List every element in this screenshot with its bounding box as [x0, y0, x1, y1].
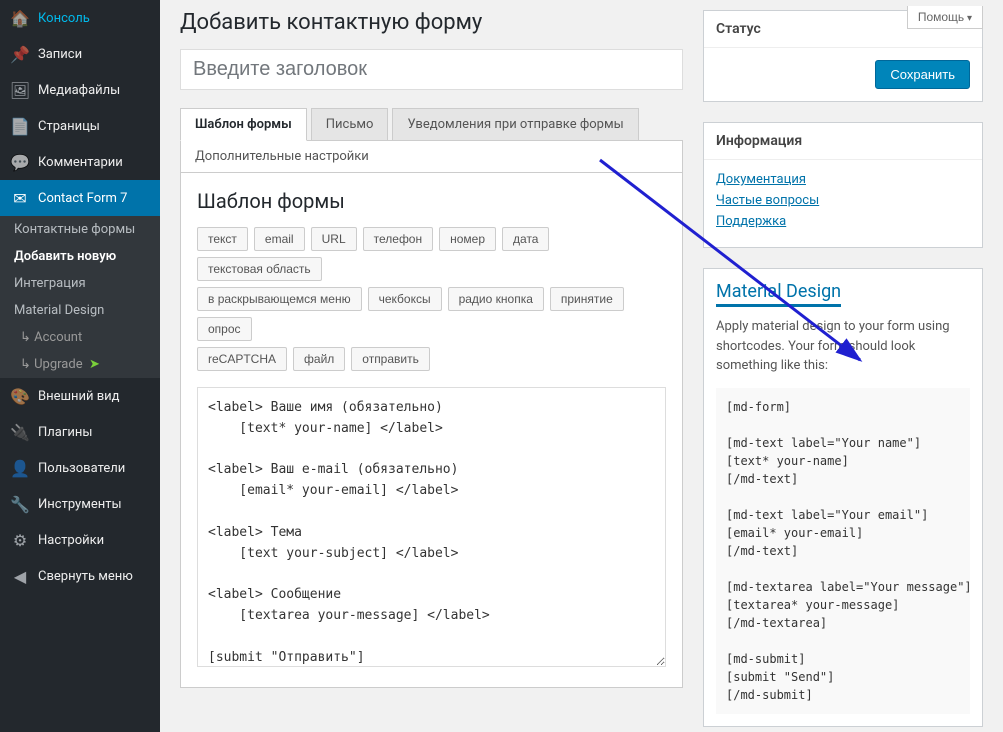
info-link-0[interactable]: Документация — [716, 172, 970, 187]
sidebar-item-6[interactable]: 🎨 Внешний вид — [0, 378, 160, 414]
info-link-2[interactable]: Поддержка — [716, 214, 970, 229]
tag-btn-r1-6[interactable]: текстовая область — [197, 257, 322, 281]
tabs-row-2: Дополнительные настройки — [180, 141, 683, 173]
tag-btn-r2-0[interactable]: в раскрывающемся меню — [197, 287, 362, 311]
tag-btn-r2-3[interactable]: принятие — [550, 287, 624, 311]
pin-icon: 📌 — [10, 44, 30, 64]
sidebar-item-5[interactable]: ✉ Contact Form 7 — [0, 180, 160, 216]
admin-sidebar: 🏠 Консоль 📌 Записи 🖼 Медиафайлы 📄 Страницы 💬 Комм… — [0, 0, 160, 732]
tag-btn-r1-3[interactable]: телефон — [363, 227, 434, 251]
tag-btn-r2-4[interactable]: опрос — [197, 317, 252, 341]
info-title: Информация — [704, 123, 982, 160]
sidebar-item-label: Настройки — [38, 533, 104, 548]
mail-icon: ✉ — [10, 188, 30, 208]
sidebar-item-label: Инструменты — [38, 497, 122, 512]
dashboard-icon: 🏠 — [10, 8, 30, 28]
form-title-input[interactable] — [180, 49, 683, 90]
tag-btn-r2-2[interactable]: радио кнопка — [448, 287, 544, 311]
sidebar-item-3[interactable]: 📄 Страницы — [0, 108, 160, 144]
form-template-textarea[interactable] — [197, 387, 666, 667]
tools-icon: 🔧 — [10, 494, 30, 514]
comments-icon: 💬 — [10, 152, 30, 172]
pages-icon: 📄 — [10, 116, 30, 136]
save-button[interactable]: Сохранить — [875, 60, 970, 89]
sidebar-item-label: Свернуть меню — [38, 569, 133, 584]
submenu-item-4[interactable]: ↳ Account — [0, 324, 160, 351]
panel-heading: Шаблон формы — [197, 189, 666, 213]
sidebar-item-label: Плагины — [38, 425, 92, 440]
sidebar-item-label: Медиафайлы — [38, 83, 120, 98]
tag-btn-r1-0[interactable]: текст — [197, 227, 248, 251]
sidebar-item-label: Комментарии — [38, 155, 123, 170]
tabs-row: Шаблон формыПисьмоУведомления при отправ… — [180, 108, 683, 141]
tag-btn-r1-5[interactable]: дата — [502, 227, 549, 251]
tag-btn-r1-2[interactable]: URL — [311, 227, 357, 251]
submenu-item-2[interactable]: Интеграция — [0, 270, 160, 297]
sidebar-item-7[interactable]: 🔌 Плагины — [0, 414, 160, 450]
info-postbox: Информация Документация Частые вопросы Под… — [703, 122, 983, 248]
submenu-item-5[interactable]: ↳ Upgrade ➤ — [0, 351, 160, 378]
sidebar-item-11[interactable]: ◀ Свернуть меню — [0, 558, 160, 594]
submenu-item-1[interactable]: Добавить новую — [0, 243, 160, 270]
media-icon: 🖼 — [10, 80, 30, 100]
tag-btn-r1-1[interactable]: email — [254, 227, 305, 251]
tab-1[interactable]: Письмо — [311, 108, 389, 141]
sidebar-item-label: Страницы — [38, 119, 100, 134]
sidebar-item-8[interactable]: 👤 Пользователи — [0, 450, 160, 486]
md-description: Apply material design to your form using… — [716, 317, 970, 376]
tag-btn-r1-4[interactable]: номер — [439, 227, 496, 251]
tag-btn-r3-0[interactable]: reCAPTCHA — [197, 347, 287, 371]
sidebar-item-10[interactable]: ⚙ Настройки — [0, 522, 160, 558]
md-code-sample: [md-form] [md-text label="Your name"] [t… — [716, 388, 970, 714]
tag-btn-r3-2[interactable]: отправить — [351, 347, 430, 371]
sidebar-item-label: Консоль — [38, 11, 90, 26]
sidebar-item-1[interactable]: 📌 Записи — [0, 36, 160, 72]
sidebar-item-label: Contact Form 7 — [38, 191, 127, 206]
settings-icon: ⚙ — [10, 530, 30, 550]
tab-2[interactable]: Уведомления при отправке формы — [392, 108, 638, 141]
submenu-item-3[interactable]: Material Design — [0, 297, 160, 324]
material-design-postbox: Material Design Apply material design to… — [703, 268, 983, 727]
sidebar-item-label: Записи — [38, 47, 82, 62]
sidebar-item-4[interactable]: 💬 Комментарии — [0, 144, 160, 180]
sidebar-item-0[interactable]: 🏠 Консоль — [0, 0, 160, 36]
sidebar-item-label: Внешний вид — [38, 389, 120, 404]
tag-btn-r2-1[interactable]: чекбоксы — [368, 287, 442, 311]
sidebar-item-9[interactable]: 🔧 Инструменты — [0, 486, 160, 522]
form-template-panel: Шаблон формы текстemailURLтелефонномерда… — [180, 173, 683, 688]
md-title: Material Design — [716, 281, 841, 307]
help-dropdown[interactable]: Помощь — [907, 6, 983, 29]
tab-0[interactable]: Шаблон формы — [180, 108, 307, 141]
tag-btn-r3-1[interactable]: файл — [293, 347, 345, 371]
page-title: Добавить контактную форму — [180, 10, 683, 35]
appearance-icon: 🎨 — [10, 386, 30, 406]
sidebar-item-2[interactable]: 🖼 Медиафайлы — [0, 72, 160, 108]
submenu-item-0[interactable]: Контактные формы — [0, 216, 160, 243]
users-icon: 👤 — [10, 458, 30, 478]
sidebar-item-label: Пользователи — [38, 461, 125, 476]
plugins-icon: 🔌 — [10, 422, 30, 442]
info-link-1[interactable]: Частые вопросы — [716, 193, 970, 208]
tab-extra-0[interactable]: Дополнительные настройки — [181, 141, 383, 172]
collapse-icon: ◀ — [10, 566, 30, 586]
